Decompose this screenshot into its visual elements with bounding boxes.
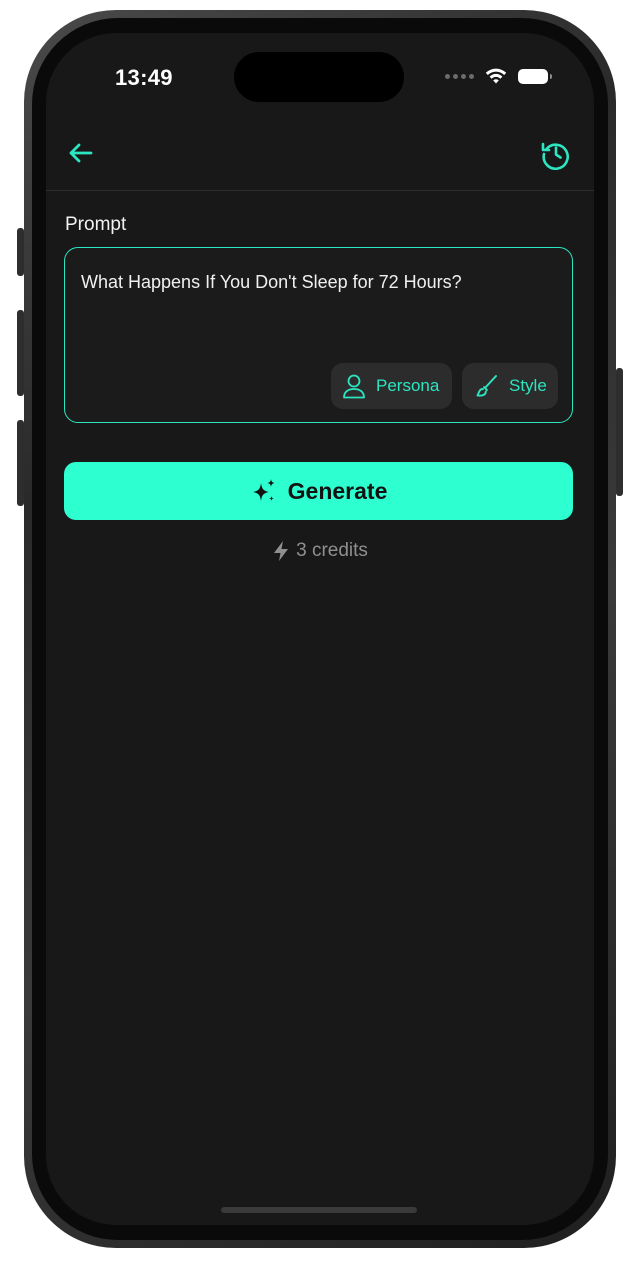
app-screen: 13:49 Prompt What Happens If You Don't S… bbox=[46, 33, 594, 1225]
persona-label: Persona bbox=[376, 376, 440, 395]
volume-down-button bbox=[17, 420, 24, 506]
home-indicator[interactable] bbox=[221, 1207, 417, 1213]
style-button[interactable]: Style bbox=[462, 363, 558, 409]
sparkles-icon bbox=[252, 479, 275, 501]
prompt-textarea[interactable]: What Happens If You Don't Sleep for 72 H… bbox=[64, 247, 573, 423]
wifi-icon bbox=[485, 68, 507, 84]
generate-button[interactable]: Generate bbox=[64, 462, 573, 520]
prompt-text[interactable]: What Happens If You Don't Sleep for 72 H… bbox=[81, 270, 556, 294]
persona-button[interactable]: Persona bbox=[331, 363, 452, 409]
style-label: Style bbox=[509, 376, 547, 395]
person-icon bbox=[343, 374, 365, 399]
prompt-label: Prompt bbox=[65, 214, 127, 235]
credits-info: 3 credits bbox=[46, 540, 594, 562]
cellular-signal-icon bbox=[445, 73, 474, 79]
volume-up-button bbox=[17, 310, 24, 396]
credits-label: 3 credits bbox=[296, 540, 368, 561]
paintbrush-icon bbox=[476, 375, 497, 397]
status-time: 13:49 bbox=[115, 65, 173, 90]
status-indicators bbox=[445, 67, 552, 85]
lightning-bolt-icon bbox=[274, 541, 289, 561]
battery-icon bbox=[518, 68, 552, 84]
generate-label: Generate bbox=[287, 477, 388, 504]
power-button bbox=[616, 368, 623, 496]
history-icon[interactable] bbox=[540, 138, 572, 170]
dynamic-island bbox=[234, 52, 404, 102]
top-nav-bar bbox=[46, 128, 594, 191]
action-button bbox=[17, 228, 24, 276]
arrow-left-icon[interactable] bbox=[66, 138, 96, 168]
